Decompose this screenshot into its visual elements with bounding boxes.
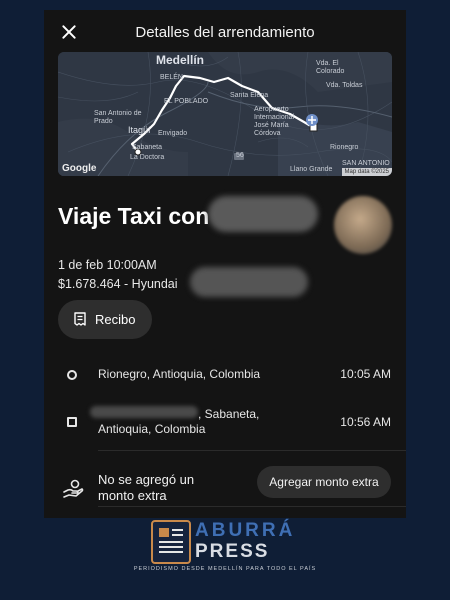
trip-title: Viaje Taxi con bbox=[58, 203, 210, 229]
map-label-santa-elena: Santa Elena bbox=[230, 92, 269, 99]
pickup-address: Rionegro, Antioquia, Colombia bbox=[98, 367, 261, 381]
no-extra-message: No se agregó un monto extra bbox=[98, 472, 194, 504]
map-label-envigado: Envigado bbox=[158, 130, 188, 137]
trip-date: 1 de feb 10:00AM bbox=[58, 258, 157, 272]
receipt-icon bbox=[74, 312, 86, 326]
map-label-la-doctora: La Doctora bbox=[130, 154, 165, 161]
brand-tagline: PERIODISMO DESDE MEDELLÍN PARA TODO EL P… bbox=[133, 566, 317, 572]
map-label-medellin: Medellín bbox=[156, 53, 205, 67]
brand-name-top: ABURRÁ bbox=[195, 520, 296, 541]
map-label-san-antonio-prado: San Antonio de Prado bbox=[94, 110, 142, 125]
brand-name-bottom: PRESS bbox=[195, 541, 270, 562]
dropoff-square-icon bbox=[67, 417, 77, 427]
redacted-driver-name bbox=[208, 196, 318, 232]
receipt-label: Recibo bbox=[95, 312, 136, 327]
map-label-toldas: Vda. Toldas bbox=[326, 82, 363, 89]
add-extra-amount-button[interactable]: Agregar monto extra bbox=[257, 466, 391, 498]
tip-hand-icon bbox=[63, 479, 84, 498]
pickup-time: 10:05 AM bbox=[340, 367, 391, 381]
map-label-san-antonio: SAN ANTONIO bbox=[342, 160, 390, 167]
map-data-attribution[interactable]: Map data ©2025 bbox=[341, 168, 392, 176]
map-label-rionegro: Rionegro bbox=[330, 144, 359, 151]
map-label-llano-grande: Llano Grande bbox=[290, 166, 333, 173]
google-logo: Google bbox=[62, 163, 97, 174]
trip-fare: $1.678.464 - Hyundai bbox=[58, 277, 178, 291]
dropoff-time: 10:56 AM bbox=[340, 415, 391, 429]
no-extra-line2: monto extra bbox=[98, 488, 167, 503]
divider bbox=[98, 506, 406, 507]
map-label-el-colorado: Vda. El Colorado bbox=[316, 60, 345, 75]
map-label-itagui: Itagüí bbox=[128, 125, 151, 135]
receipt-button[interactable]: Recibo bbox=[58, 300, 152, 339]
redacted-address bbox=[90, 406, 198, 418]
map-label-belen: BELÉN bbox=[160, 74, 183, 81]
redacted-vehicle bbox=[190, 267, 308, 297]
driver-avatar bbox=[334, 196, 392, 254]
aburra-press-logo-icon bbox=[151, 520, 191, 564]
route-map[interactable]: Medellín BELÉN EL POBLADO Santa Elena Sa… bbox=[58, 52, 392, 176]
divider bbox=[98, 450, 406, 451]
trip-details-screen: Detalles del arrendamiento Medellín BELÉ… bbox=[44, 10, 406, 518]
dropoff-address-line1: , Sabaneta, bbox=[198, 407, 260, 421]
map-label-el-poblado: EL POBLADO bbox=[164, 98, 209, 105]
page-title: Detalles del arrendamiento bbox=[135, 24, 315, 41]
pickup-dot-icon bbox=[67, 370, 77, 380]
map-road-number: 56 bbox=[236, 152, 244, 159]
dropoff-address-line2: Antioquia, Colombia bbox=[98, 422, 206, 436]
map-label-aeropuerto: Aeropuerto Internacional José María Córd… bbox=[254, 106, 295, 137]
no-extra-line1: No se agregó un bbox=[98, 472, 195, 487]
map-label-sabaneta: Sabaneta bbox=[132, 144, 162, 151]
top-bar: Detalles del arrendamiento bbox=[44, 10, 406, 52]
